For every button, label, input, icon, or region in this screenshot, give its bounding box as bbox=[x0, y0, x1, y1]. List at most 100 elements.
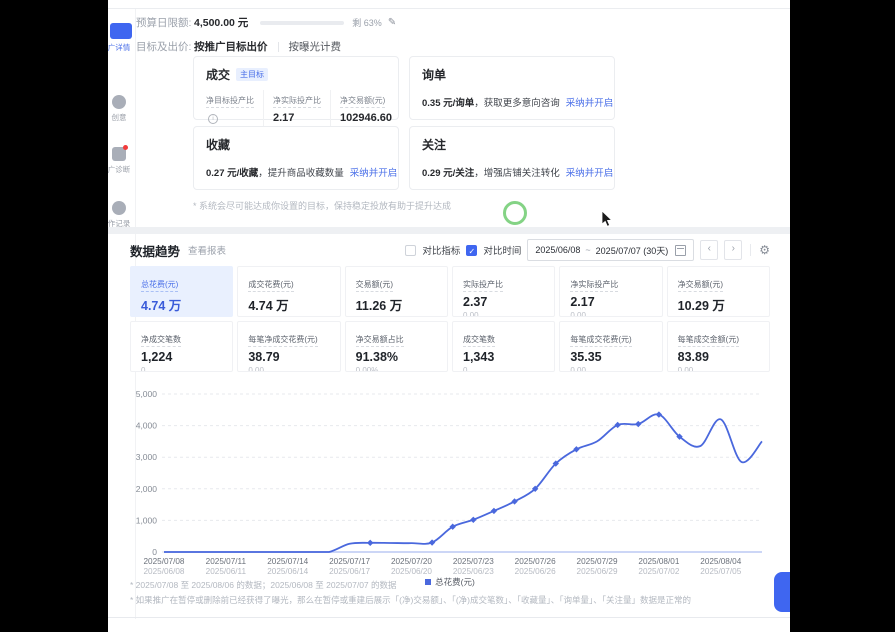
svg-text:4,000: 4,000 bbox=[136, 421, 158, 431]
data-explain-footnote: * 如果推广在暂停或删除前已经获得了曝光，那么在暂停或重建后展示「(净)交易额」… bbox=[130, 594, 770, 606]
svg-text:2025/07/17: 2025/07/17 bbox=[329, 557, 370, 566]
date-start: 2025/06/08 bbox=[535, 245, 580, 255]
goal-cards-footnote: * 系统会尽可能达成你设置的目标，保持稳定投放有助于提升达成 bbox=[193, 199, 451, 212]
goal-card-favorite: 收藏 0.27 元/收藏，提升商品收藏数量采纳并开启 bbox=[193, 126, 399, 190]
click-highlight-ring bbox=[503, 201, 527, 225]
card-title: 询单 bbox=[422, 66, 446, 83]
goal-card-inquiry: 询单 0.35 元/询单，获取更多意向咨询采纳并开启 bbox=[409, 56, 615, 120]
sidebar-item-promo-detail[interactable]: 广详情 bbox=[108, 23, 134, 53]
metric-card-net-cost-per-deal[interactable]: 每笔净成交花费(元) 38.79 0.00 bbox=[237, 321, 340, 372]
sidebar-item-diagnosis[interactable]: 广诊断 bbox=[108, 147, 134, 175]
metric-card-deal-count[interactable]: 成交笔数 1,343 0 bbox=[452, 321, 555, 372]
edit-budget-icon[interactable]: ✎ bbox=[388, 17, 396, 28]
history-clock-icon bbox=[112, 201, 126, 215]
budget-label: 预算日限额: bbox=[136, 15, 194, 30]
svg-text:2025/07/26: 2025/07/26 bbox=[515, 557, 556, 566]
tab-bid-by-goal[interactable]: 按推广目标出价 bbox=[194, 39, 268, 54]
primary-goal-badge: 主目标 bbox=[236, 68, 268, 81]
goal-card-deal: 成交 主目标 净目标投产比i 2.45 ✎ 净实际投产比 2.17 净交易额(元… bbox=[193, 56, 399, 120]
svg-text:2025/07/05: 2025/07/05 bbox=[700, 567, 741, 576]
compare-metric-checkbox[interactable] bbox=[405, 245, 416, 256]
card-title: 收藏 bbox=[206, 136, 230, 153]
card-title: 成交 bbox=[206, 66, 230, 83]
svg-text:2025/06/29: 2025/06/29 bbox=[577, 567, 618, 576]
view-report-link[interactable]: 查看报表 bbox=[188, 243, 226, 257]
sidebar-item-label: 创意 bbox=[108, 112, 134, 123]
sidebar-item-history[interactable]: 作记录 bbox=[108, 201, 134, 229]
creative-icon bbox=[112, 95, 126, 109]
diagnosis-icon bbox=[112, 147, 126, 161]
svg-text:2025/06/23: 2025/06/23 bbox=[453, 567, 494, 576]
sidebar-item-creative[interactable]: 创意 bbox=[108, 95, 134, 123]
bottom-divider bbox=[108, 617, 790, 618]
metric-card-total-spend[interactable]: 总花费(元) 4.74 万 0.00 bbox=[130, 266, 233, 317]
top-divider bbox=[108, 0, 790, 9]
metric-card-transaction-amount[interactable]: 交易额(元) 11.26 万 0.00 bbox=[345, 266, 448, 317]
svg-text:3,000: 3,000 bbox=[136, 452, 158, 462]
svg-text:2025/07/23: 2025/07/23 bbox=[453, 557, 494, 566]
legend-label: 总花费(元) bbox=[435, 576, 475, 588]
svg-text:0: 0 bbox=[152, 547, 157, 557]
notification-dot bbox=[123, 145, 128, 150]
promo-detail-icon bbox=[110, 23, 132, 39]
svg-text:5,000: 5,000 bbox=[136, 389, 158, 399]
date-range-picker[interactable]: 2025/06/08 ~ 2025/07/07 (30天) bbox=[527, 239, 694, 261]
metric-card-net-transaction-amount[interactable]: 净交易额(元) 10.29 万 0.00 bbox=[667, 266, 770, 317]
tab-separator bbox=[278, 42, 279, 52]
goal-bid-label: 目标及出价: bbox=[136, 39, 194, 54]
svg-text:2025/07/08: 2025/07/08 bbox=[144, 557, 185, 566]
adopt-enable-link[interactable]: 采纳并开启 bbox=[566, 168, 614, 179]
svg-text:2025/08/01: 2025/08/01 bbox=[638, 557, 679, 566]
metric-card-net-deal-count[interactable]: 净成交笔数 1,224 0 bbox=[130, 321, 233, 372]
metric-card-cost-per-deal[interactable]: 每笔成交花费(元) 35.35 0.00 bbox=[559, 321, 662, 372]
svg-text:2025/07/29: 2025/07/29 bbox=[577, 557, 618, 566]
budget-progress-bar bbox=[260, 21, 344, 25]
floating-feedback-button[interactable] bbox=[774, 572, 790, 612]
metric-card-deal-spend[interactable]: 成交花费(元) 4.74 万 0.00 bbox=[237, 266, 340, 317]
prev-period-button[interactable]: ‹ bbox=[700, 240, 718, 260]
svg-text:2025/06/20: 2025/06/20 bbox=[391, 567, 432, 576]
app-window: 广详情 创意 广诊断 作记录 预算日限额: 4,500.00 元 剩 63% ✎… bbox=[108, 0, 790, 632]
card-title: 关注 bbox=[422, 136, 446, 153]
compare-time-checkbox[interactable]: ✓ bbox=[466, 245, 477, 256]
controls-separator bbox=[750, 244, 751, 256]
svg-text:1,000: 1,000 bbox=[136, 515, 158, 525]
budget-remaining: 剩 63% bbox=[352, 16, 382, 29]
next-period-button[interactable]: › bbox=[724, 240, 742, 260]
svg-text:2025/07/20: 2025/07/20 bbox=[391, 557, 432, 566]
sidebar-item-label: 广诊断 bbox=[108, 164, 134, 175]
metric-card-amount-per-deal[interactable]: 每笔成交金额(元) 83.89 0.00 bbox=[667, 321, 770, 372]
section-divider bbox=[108, 227, 790, 234]
sidebar-item-label: 广详情 bbox=[108, 42, 134, 53]
legend-marker-icon bbox=[425, 579, 431, 585]
adopt-enable-link[interactable]: 采纳并开启 bbox=[566, 98, 614, 109]
metric-card-net-actual-roi[interactable]: 净实际投产比 2.17 0.00 bbox=[559, 266, 662, 317]
svg-text:2025/08/04: 2025/08/04 bbox=[700, 557, 741, 566]
svg-text:2,000: 2,000 bbox=[136, 484, 158, 494]
gear-icon[interactable]: ⚙ bbox=[759, 243, 770, 257]
info-icon[interactable]: i bbox=[208, 114, 218, 124]
svg-text:2025/06/26: 2025/06/26 bbox=[515, 567, 556, 576]
metric-card-actual-roi[interactable]: 实际投产比 2.37 0.00 bbox=[452, 266, 555, 317]
compare-time-label[interactable]: 对比时间 bbox=[483, 243, 521, 257]
svg-text:2025/06/08: 2025/06/08 bbox=[144, 567, 185, 576]
metric-card-net-transaction-ratio[interactable]: 净交易额占比 91.38% 0.00% bbox=[345, 321, 448, 372]
data-trend-section: 数据趋势 查看报表 对比指标 ✓ 对比时间 2025/06/08 ~ 2025/… bbox=[130, 240, 770, 606]
goal-card-follow: 关注 0.29 元/关注，增强店铺关注转化采纳并开启 bbox=[409, 126, 615, 190]
adopt-enable-link[interactable]: 采纳并开启 bbox=[350, 168, 398, 179]
svg-text:2025/07/02: 2025/07/02 bbox=[638, 567, 679, 576]
goal-cards: 成交 主目标 净目标投产比i 2.45 ✎ 净实际投产比 2.17 净交易额(元… bbox=[193, 56, 615, 190]
budget-value: 4,500.00 元 bbox=[194, 15, 248, 30]
chart-legend[interactable]: 总花费(元) bbox=[425, 576, 475, 588]
svg-text:2025/07/11: 2025/07/11 bbox=[206, 557, 247, 566]
tab-bid-by-impression[interactable]: 按曝光计费 bbox=[289, 39, 342, 54]
svg-text:2025/06/17: 2025/06/17 bbox=[329, 567, 370, 576]
compare-metric-label[interactable]: 对比指标 bbox=[422, 243, 460, 257]
goal-bid-row: 目标及出价: 按推广目标出价 按曝光计费 bbox=[136, 39, 341, 54]
mouse-cursor bbox=[601, 211, 613, 228]
chart-period-footnote: * 2025/07/08 至 2025/08/06 的数据；2025/06/08… bbox=[130, 579, 397, 591]
trend-line-chart: 01,0002,0003,0004,0005,0002025/07/082025… bbox=[130, 386, 770, 576]
budget-row: 预算日限额: 4,500.00 元 剩 63% ✎ bbox=[136, 15, 396, 30]
svg-text:2025/06/14: 2025/06/14 bbox=[267, 567, 308, 576]
svg-text:2025/07/14: 2025/07/14 bbox=[267, 557, 308, 566]
